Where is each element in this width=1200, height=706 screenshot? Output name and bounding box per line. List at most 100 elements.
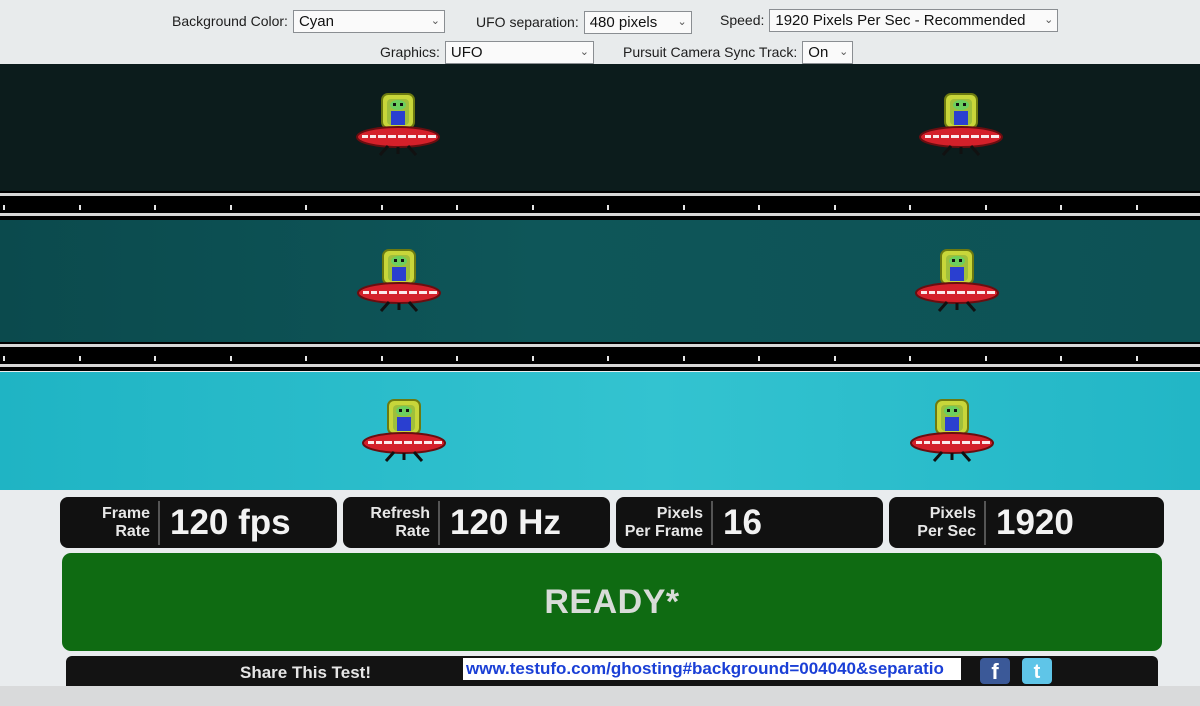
ufo-icon — [355, 248, 445, 318]
frame-rate-readout: Frame Rate 120 fps — [60, 497, 337, 548]
track-tick — [834, 356, 836, 361]
lane-dark — [0, 64, 1200, 191]
track-tick — [758, 205, 760, 210]
pixels-per-sec-label-line2: Per Sec — [917, 522, 976, 540]
track-tick — [154, 356, 156, 361]
pixels-per-sec-value: 1920 — [996, 502, 1074, 542]
track-tick — [834, 205, 836, 210]
graphics-label: Graphics: — [380, 44, 440, 60]
track-rail — [0, 344, 1200, 347]
speed-value: 1920 Pixels Per Sec - Recommended — [775, 11, 1026, 29]
track-tick — [381, 356, 383, 361]
track-tick — [607, 356, 609, 361]
track-tick — [758, 356, 760, 361]
graphics-value: UFO — [450, 43, 483, 61]
pixels-per-sec-label: Pixels Per Sec — [889, 500, 986, 545]
pixels-per-sec-readout: Pixels Per Sec 1920 — [889, 497, 1164, 548]
track-tick — [909, 205, 911, 210]
track-tick — [1136, 205, 1138, 210]
background-color-select[interactable]: Cyan ⌄ — [292, 9, 445, 33]
lane-medium — [0, 220, 1200, 342]
refresh-rate-label-line1: Refresh — [370, 504, 430, 522]
refresh-rate-label: Refresh Rate — [343, 500, 440, 545]
track-rail — [0, 364, 1200, 367]
track-tick — [79, 205, 81, 210]
track-tick — [154, 205, 156, 210]
pixels-per-frame-label: Pixels Per Frame — [616, 500, 713, 545]
pixels-per-frame-readout: Pixels Per Frame 16 — [616, 497, 883, 548]
track-tick — [1136, 356, 1138, 361]
share-url-field[interactable]: www.testufo.com/ghosting#background=0040… — [463, 658, 961, 680]
ufo-separation-label: UFO separation: — [476, 14, 579, 30]
twitter-icon[interactable]: t — [1022, 658, 1052, 684]
ufo-icon — [913, 248, 1003, 318]
track-tick — [456, 205, 458, 210]
frame-rate-label-line2: Rate — [115, 522, 150, 540]
track-tick — [1060, 205, 1062, 210]
pixels-per-frame-label-line2: Per Frame — [624, 522, 703, 540]
speed-label: Speed: — [720, 12, 765, 28]
pursuit-camera-value: On — [808, 43, 829, 61]
track-tick — [607, 205, 609, 210]
track-tick — [683, 356, 685, 361]
track-tick — [1060, 356, 1062, 361]
track-rail — [0, 193, 1200, 196]
pursuit-camera-label: Pursuit Camera Sync Track: — [623, 44, 798, 60]
share-label: Share This Test! — [240, 663, 371, 682]
graphics-control: Graphics: UFO ⌄ — [380, 39, 594, 65]
ufo-separation-control: UFO separation: 480 pixels ⌄ — [476, 9, 692, 35]
screen-bottom-edge — [0, 686, 1200, 706]
track-tick — [305, 356, 307, 361]
track-tick — [79, 356, 81, 361]
track-tick — [985, 205, 987, 210]
ufo-separation-value: 480 pixels — [589, 13, 658, 31]
ufo-icon — [917, 92, 1007, 162]
track-tick — [532, 356, 534, 361]
track-tick — [3, 356, 5, 361]
sync-track — [0, 342, 1200, 371]
pursuit-camera-control: Pursuit Camera Sync Track: On ⌄ — [623, 39, 854, 65]
chevron-down-icon: ⌄ — [1044, 13, 1054, 26]
ufo-separation-select[interactable]: 480 pixels ⌄ — [583, 10, 692, 34]
sync-track — [0, 191, 1200, 220]
ufo-icon — [908, 398, 998, 468]
refresh-rate-label-line2: Rate — [395, 522, 430, 540]
track-tick — [532, 205, 534, 210]
lane-light — [0, 372, 1200, 490]
track-tick — [230, 205, 232, 210]
frame-rate-value: 120 fps — [170, 502, 291, 542]
pixels-per-sec-label-line1: Pixels — [929, 504, 976, 522]
track-tick — [456, 356, 458, 361]
track-tick — [230, 356, 232, 361]
background-color-control: Background Color: Cyan ⌄ — [172, 8, 445, 34]
chevron-down-icon: ⌄ — [430, 14, 440, 27]
frame-rate-label: Frame Rate — [60, 500, 160, 545]
ufo-icon — [354, 92, 444, 162]
pixels-per-frame-value: 16 — [723, 502, 762, 542]
track-tick — [909, 356, 911, 361]
pursuit-camera-select[interactable]: On ⌄ — [802, 40, 854, 64]
track-tick — [381, 205, 383, 210]
background-color-label: Background Color: — [172, 13, 288, 29]
track-rail — [0, 213, 1200, 216]
frame-rate-label-line1: Frame — [101, 504, 150, 522]
controls-bar: Background Color: Cyan ⌄ UFO separation:… — [0, 0, 1200, 64]
track-tick — [683, 205, 685, 210]
chevron-down-icon: ⌄ — [677, 15, 687, 28]
speed-select[interactable]: 1920 Pixels Per Sec - Recommended ⌄ — [769, 8, 1059, 32]
graphics-select[interactable]: UFO ⌄ — [444, 40, 594, 64]
track-tick — [3, 205, 5, 210]
chevron-down-icon: ⌄ — [579, 45, 589, 58]
refresh-rate-readout: Refresh Rate 120 Hz — [343, 497, 610, 548]
track-tick — [305, 205, 307, 210]
status-banner: READY* — [62, 553, 1162, 651]
chevron-down-icon: ⌄ — [839, 45, 849, 58]
refresh-rate-value: 120 Hz — [450, 502, 561, 542]
speed-control: Speed: 1920 Pixels Per Sec - Recommended… — [720, 7, 1059, 33]
pixels-per-frame-label-line1: Pixels — [656, 504, 703, 522]
ufo-icon — [360, 398, 450, 468]
facebook-icon[interactable]: f — [980, 658, 1010, 684]
share-bar: Share This Test! www.testufo.com/ghostin… — [66, 656, 1158, 686]
background-color-value: Cyan — [298, 12, 334, 30]
status-text: READY* — [544, 582, 680, 621]
